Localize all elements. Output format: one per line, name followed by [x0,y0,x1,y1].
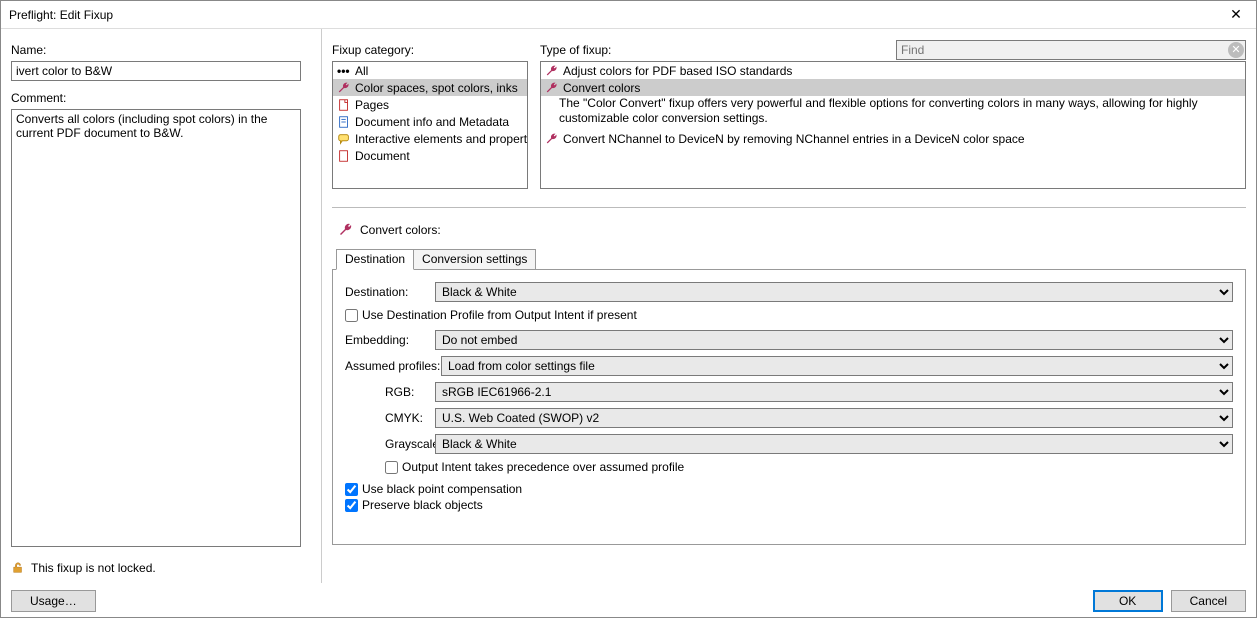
wrench-icon [338,222,354,238]
fixup-description: The "Color Convert" fixup offers very po… [541,96,1245,130]
clear-find-icon[interactable]: ✕ [1228,42,1244,58]
fixup-listbox[interactable]: Adjust colors for PDF based ISO standard… [540,61,1246,189]
grayscale-select[interactable]: Black & White [435,434,1233,454]
fixup-type-label: Type of fixup: [540,43,611,57]
window-title: Preflight: Edit Fixup [9,8,113,22]
destination-panel: Destination: Black & White Use Destinati… [332,269,1246,545]
use-dest-profile-checkbox[interactable] [345,309,358,322]
comment-textarea[interactable]: Converts all colors (including spot colo… [11,109,301,547]
dots-icon: ••• [337,64,351,78]
category-listbox[interactable]: ••• All Color spaces, spot colors, inks … [332,61,528,189]
usage-button[interactable]: Usage… [11,590,96,612]
wrench-icon [545,81,559,95]
assumed-profiles-label: Assumed profiles: [345,359,441,373]
titlebar: Preflight: Edit Fixup ✕ [1,1,1256,29]
embedding-select[interactable]: Do not embed [435,330,1233,350]
use-dest-profile-label: Use Destination Profile from Output Inte… [362,308,637,322]
category-item-interactive[interactable]: Interactive elements and properties [333,130,527,147]
left-panel: Name: Comment: Converts all colors (incl… [1,29,322,583]
name-label: Name: [11,43,311,57]
document-icon [337,115,351,129]
find-input[interactable] [896,40,1246,60]
rgb-label: RGB: [345,385,435,399]
fixup-item-convert-colors[interactable]: Convert colors [541,79,1245,96]
cmyk-label: CMYK: [345,411,435,425]
wrench-icon [545,64,559,78]
bpc-checkbox[interactable] [345,483,358,496]
output-intent-checkbox[interactable] [385,461,398,474]
category-item-colors[interactable]: Color spaces, spot colors, inks [333,79,527,96]
category-item-all[interactable]: ••• All [333,62,527,79]
category-label: Fixup category: [332,43,528,57]
document-icon [337,149,351,163]
right-panel: Fixup category: ••• All Color spaces, sp… [322,29,1256,583]
fixup-item[interactable]: Adjust colors for PDF based ISO standard… [541,62,1245,79]
grayscale-label: Grayscale: [345,437,435,451]
cmyk-select[interactable]: U.S. Web Coated (SWOP) v2 [435,408,1233,428]
bubble-icon [337,132,351,146]
wrench-icon [545,132,559,146]
category-item-meta[interactable]: Document info and Metadata [333,113,527,130]
ok-button[interactable]: OK [1093,590,1163,612]
wrench-icon [337,81,351,95]
cancel-button[interactable]: Cancel [1171,590,1246,612]
fixup-item[interactable]: Convert NChannel to DeviceN by removing … [541,130,1245,147]
unlock-icon [11,561,25,575]
page-icon [337,98,351,112]
preserve-black-label: Preserve black objects [362,498,483,512]
destination-select[interactable]: Black & White [435,282,1233,302]
category-item-pages[interactable]: Pages [333,96,527,113]
preserve-black-checkbox[interactable] [345,499,358,512]
assumed-profiles-select[interactable]: Load from color settings file [441,356,1233,376]
embedding-label: Embedding: [345,333,435,347]
tab-destination[interactable]: Destination [336,249,414,270]
bpc-label: Use black point compensation [362,482,522,496]
close-button[interactable]: ✕ [1216,1,1256,29]
current-fixup-title: Convert colors: [360,223,441,237]
tab-conversion-settings[interactable]: Conversion settings [413,249,536,270]
output-intent-label: Output Intent takes precedence over assu… [402,460,684,474]
rgb-select[interactable]: sRGB IEC61966-2.1 [435,382,1233,402]
name-input[interactable] [11,61,301,81]
footer: Usage… OK Cancel [1,583,1256,619]
lock-status-text: This fixup is not locked. [31,561,156,575]
comment-label: Comment: [11,91,311,105]
category-item-document[interactable]: Document [333,147,527,164]
destination-label: Destination: [345,285,435,299]
